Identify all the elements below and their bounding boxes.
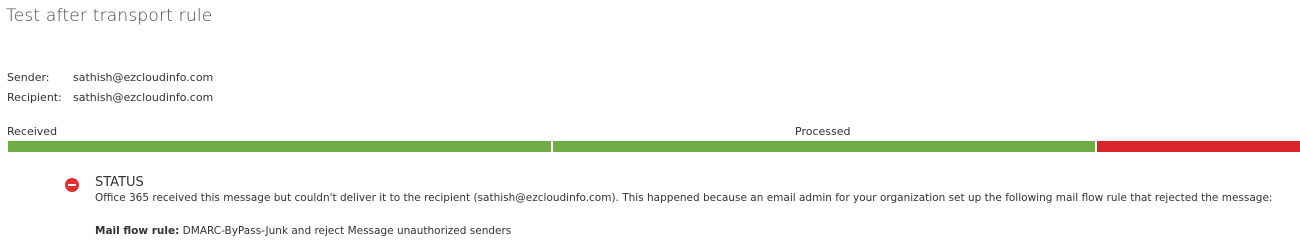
stage-received-label: Received (7, 125, 58, 138)
sender-row: Sender: sathish@ezcloudinfo.com (7, 71, 213, 84)
progress-segment-failed (1097, 141, 1300, 152)
progress-segment-processed (553, 141, 1095, 152)
sender-value: sathish@ezcloudinfo.com (73, 71, 214, 84)
mail-flow-rule-value: DMARC-ByPass-Junk and reject Message una… (182, 225, 512, 237)
mail-flow-rule-label: Mail flow rule: (95, 225, 180, 237)
status-title: STATUS (95, 175, 144, 190)
recipient-label: Recipient: (7, 91, 62, 104)
page-title: Test after transport rule (6, 6, 213, 26)
recipient-value: sathish@ezcloudinfo.com (73, 91, 214, 104)
stage-processed-label: Processed (795, 125, 851, 138)
recipient-row: Recipient: sathish@ezcloudinfo.com (7, 91, 213, 104)
status-message: Office 365 received this message but cou… (95, 192, 1273, 204)
error-block-icon (65, 178, 79, 192)
mail-flow-rule: Mail flow rule: DMARC-ByPass-Junk and re… (95, 225, 511, 237)
sender-label: Sender: (7, 71, 50, 84)
progress-segment-received (8, 141, 551, 152)
